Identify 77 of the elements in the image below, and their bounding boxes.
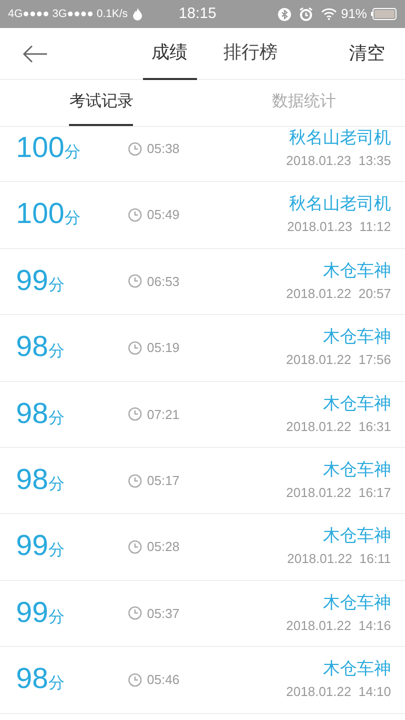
- driver-name: 木仓车神: [323, 326, 391, 348]
- score-unit: 分: [48, 674, 64, 694]
- sub-tab[interactable]: 考试记录: [69, 80, 134, 126]
- flame-icon: [132, 8, 143, 20]
- wifi-icon: [320, 8, 337, 20]
- record-row[interactable]: 99分 06:53 木仓车神 2018.01.22 20:57: [0, 248, 405, 316]
- clock-icon: [128, 208, 142, 222]
- battery-icon: [371, 8, 397, 20]
- duration: 05:19: [147, 339, 180, 358]
- clock-icon: [128, 142, 142, 156]
- driver-name: 木仓车神: [323, 658, 391, 680]
- sub-tab[interactable]: 数据统计: [272, 80, 336, 126]
- record-date: 2018.01.22 17:56: [286, 351, 391, 370]
- score-unit: 分: [48, 276, 64, 296]
- record-row[interactable]: 98分 05:17 木仓车神 2018.01.22 16:17: [0, 448, 405, 514]
- score: 98: [16, 462, 48, 498]
- network-status: 4G●●●● 3G●●●● 0.1K/s: [8, 6, 128, 22]
- score: 99: [16, 529, 48, 564]
- duration: 05:17: [147, 472, 180, 490]
- alarm-icon: [298, 7, 313, 21]
- record-row[interactable]: 99分 05:37 木仓车神 2018.01.22 14:16: [0, 580, 405, 648]
- clock-icon: [128, 474, 142, 488]
- driver-name: 木仓车神: [323, 458, 391, 481]
- clear-button[interactable]: 清空: [339, 28, 405, 79]
- clock-icon: [128, 606, 142, 620]
- clock-icon: [128, 540, 142, 554]
- score: 98: [16, 330, 48, 366]
- header-tab[interactable]: 成绩: [142, 28, 196, 80]
- duration: 07:21: [147, 406, 180, 424]
- driver-name: 木仓车神: [323, 592, 391, 614]
- record-row[interactable]: 99分 05:28 木仓车神 2018.01.22 16:11: [0, 514, 405, 581]
- clock-icon: [128, 407, 142, 422]
- record-date: 2018.01.23 13:35: [286, 152, 391, 170]
- record-row[interactable]: 98分 07:21 木仓车神 2018.01.22 16:31: [0, 382, 405, 448]
- record-date: 2018.01.22 14:10: [286, 683, 391, 702]
- record-row[interactable]: 98分 05:19 木仓车神 2018.01.22 17:56: [0, 315, 405, 382]
- driver-name: 木仓车神: [323, 260, 391, 282]
- clock-icon: [128, 274, 142, 288]
- record-row[interactable]: 100分 05:49 秋名山老司机 2018.01.23 11:12: [0, 182, 405, 249]
- record-date: 2018.01.22 16:31: [286, 418, 391, 436]
- duration: 06:53: [147, 272, 180, 291]
- record-row[interactable]: 100分 05:38 秋名山老司机 2018.01.23 13:35: [0, 127, 405, 182]
- score-unit: 分: [48, 474, 64, 495]
- record-date: 2018.01.22 20:57: [286, 284, 391, 303]
- score: 98: [16, 396, 48, 432]
- bluetooth-icon: [278, 8, 291, 20]
- score-unit: 分: [48, 541, 64, 562]
- clock-icon: [128, 672, 142, 687]
- duration: 05:49: [147, 206, 180, 224]
- duration: 05:37: [147, 604, 180, 623]
- score: 99: [16, 596, 48, 631]
- record-date: 2018.01.23 11:12: [287, 218, 391, 236]
- battery-percent: 91%: [340, 5, 367, 24]
- header-tab[interactable]: 排行榜: [214, 28, 286, 80]
- record-row[interactable]: 98分 05:46 木仓车神 2018.01.22 14:10: [0, 647, 405, 714]
- driver-name: 秋名山老司机: [289, 127, 391, 149]
- driver-name: 秋名山老司机: [289, 193, 391, 216]
- duration: 05:38: [147, 140, 180, 158]
- duration: 05:46: [147, 671, 180, 690]
- record-date: 2018.01.22 14:16: [286, 616, 391, 635]
- score: 98: [16, 662, 48, 698]
- clock-icon: [128, 340, 142, 355]
- duration: 05:28: [147, 538, 180, 556]
- record-date: 2018.01.22 16:11: [287, 550, 391, 568]
- score-unit: 分: [48, 342, 64, 362]
- score-unit: 分: [48, 608, 64, 628]
- score-unit: 分: [64, 209, 80, 230]
- score: 99: [16, 264, 48, 299]
- record-date: 2018.01.22 16:17: [286, 484, 391, 502]
- score: 100: [16, 130, 64, 166]
- driver-name: 木仓车神: [323, 392, 391, 414]
- score: 100: [16, 197, 64, 232]
- clock-time: 18:15: [178, 4, 216, 24]
- score-unit: 分: [48, 408, 64, 428]
- driver-name: 木仓车神: [323, 525, 391, 548]
- back-arrow-icon: [22, 44, 48, 62]
- score-unit: 分: [64, 142, 80, 163]
